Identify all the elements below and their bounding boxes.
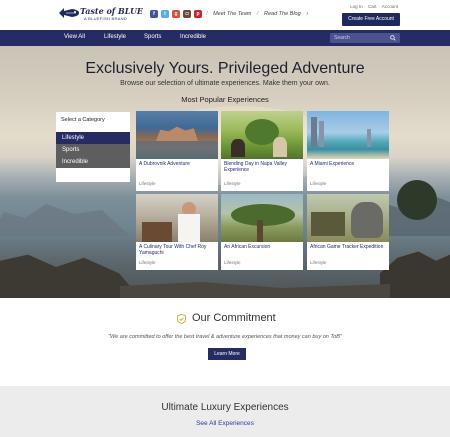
header-links: / Meet The Team / Read The Blog › <box>206 11 309 17</box>
social-links: f t g ◘ p <box>150 10 202 18</box>
shield-icon <box>177 314 186 324</box>
commitment-section: Our Commitment "We are committed to offe… <box>0 298 450 386</box>
card-tag: Lifestyle <box>224 181 241 186</box>
card-title[interactable]: African Game Tracker Expedition <box>310 244 386 250</box>
culinary-image <box>136 194 218 242</box>
experience-card-game-tracker[interactable]: African Game Tracker Expedition Lifestyl… <box>307 194 389 270</box>
napa-image <box>221 111 303 159</box>
login-link[interactable]: Log In <box>350 4 363 9</box>
luxury-title: Ultimate Luxury Experiences <box>161 402 289 413</box>
nav-item-sports[interactable]: Sports <box>144 34 161 40</box>
african-excursion-image <box>221 194 303 242</box>
google-plus-icon[interactable]: g <box>172 10 180 18</box>
commitment-title: Our Commitment <box>192 312 276 324</box>
search-placeholder: Search <box>334 35 350 41</box>
nav-item-view-all[interactable]: View All <box>64 34 85 40</box>
hero-title: Exclusively Yours. Privileged Adventure <box>85 60 365 77</box>
utility-links: Log In Cart Account <box>346 4 398 9</box>
pinterest-icon[interactable]: p <box>194 10 202 18</box>
miami-image <box>307 111 389 159</box>
read-blog-link[interactable]: Read The Blog <box>264 11 301 17</box>
search-input[interactable]: Search <box>330 33 400 43</box>
hero-subtitle: Browse our selection of ultimate experie… <box>120 80 330 87</box>
experience-card-dubrovnik[interactable]: A Dubrovnik Adventure Lifestyle <box>136 111 218 191</box>
card-title[interactable]: An African Excursion <box>224 244 300 250</box>
category-item-incredible[interactable]: Incredible <box>56 156 130 168</box>
instagram-icon[interactable]: ◘ <box>183 10 191 18</box>
experience-card-culinary[interactable]: A Culinary Tour With Chef Roy Yamaguchi … <box>136 194 218 270</box>
account-link[interactable]: Account <box>382 4 398 9</box>
category-item-lifestyle[interactable]: Lifestyle <box>56 132 130 144</box>
see-all-experiences-link[interactable]: See All Experiences <box>0 420 450 427</box>
luxury-section: Ultimate Luxury Experiences See All Expe… <box>0 386 450 437</box>
hero-section: Exclusively Yours. Privileged Adventure … <box>0 46 450 298</box>
hero-rocks-right <box>380 251 450 298</box>
twitter-icon[interactable]: t <box>161 10 169 18</box>
meet-team-link[interactable]: Meet The Team <box>213 11 251 17</box>
card-title[interactable]: Blending Day in Napa Valley Experience <box>224 161 300 173</box>
hero-mountains-left <box>0 204 130 236</box>
site-header: Taste of BLUE A BLUEFISH BRAND f t g ◘ p… <box>0 0 450 30</box>
hero-tree <box>392 176 442 236</box>
hero-rocks-left <box>0 254 140 298</box>
experience-card-african-excursion[interactable]: An African Excursion Lifestyle <box>221 194 303 270</box>
card-title[interactable]: A Dubrovnik Adventure <box>139 161 215 167</box>
category-item-sports[interactable]: Sports <box>56 144 130 156</box>
experience-card-napa[interactable]: Blending Day in Napa Valley Experience L… <box>221 111 303 191</box>
learn-more-button[interactable]: Learn More <box>208 348 246 360</box>
card-tag: Lifestyle <box>139 181 156 186</box>
card-title[interactable]: A Culinary Tour With Chef Roy Yamaguchi <box>139 244 215 256</box>
create-account-button[interactable]: Create Free Account <box>342 13 400 26</box>
category-panel: Select a Category Lifestyle Sports Incre… <box>56 112 130 182</box>
experience-card-miami[interactable]: A Miami Experience Lifestyle <box>307 111 389 191</box>
nav-item-incredible[interactable]: Incredible <box>180 34 206 40</box>
main-nav: View All Lifestyle Sports Incredible Sea… <box>0 30 450 46</box>
nav-item-lifestyle[interactable]: Lifestyle <box>104 34 126 40</box>
card-tag: Lifestyle <box>310 181 327 186</box>
card-title[interactable]: A Miami Experience <box>310 161 386 167</box>
card-tag: Lifestyle <box>139 260 156 265</box>
facebook-icon[interactable]: f <box>150 10 158 18</box>
hero-shoreline <box>120 282 390 298</box>
logo-subtitle: A BLUEFISH BRAND <box>84 16 128 21</box>
logo-title: Taste of BLUE <box>80 6 144 16</box>
game-tracker-image <box>307 194 389 242</box>
card-tag: Lifestyle <box>310 260 327 265</box>
chevron-right-icon: › <box>306 11 309 17</box>
cart-link[interactable]: Cart <box>368 4 377 9</box>
brand-logo[interactable]: Taste of BLUE A BLUEFISH BRAND <box>58 6 144 24</box>
fish-logo-icon <box>59 8 79 18</box>
dubrovnik-image <box>136 111 218 159</box>
popular-heading: Most Popular Experiences <box>181 95 269 104</box>
search-icon[interactable] <box>390 35 396 41</box>
commitment-text: "We are committed to offer the best trav… <box>108 334 342 340</box>
card-tag: Lifestyle <box>224 260 241 265</box>
category-heading: Select a Category <box>61 117 105 123</box>
